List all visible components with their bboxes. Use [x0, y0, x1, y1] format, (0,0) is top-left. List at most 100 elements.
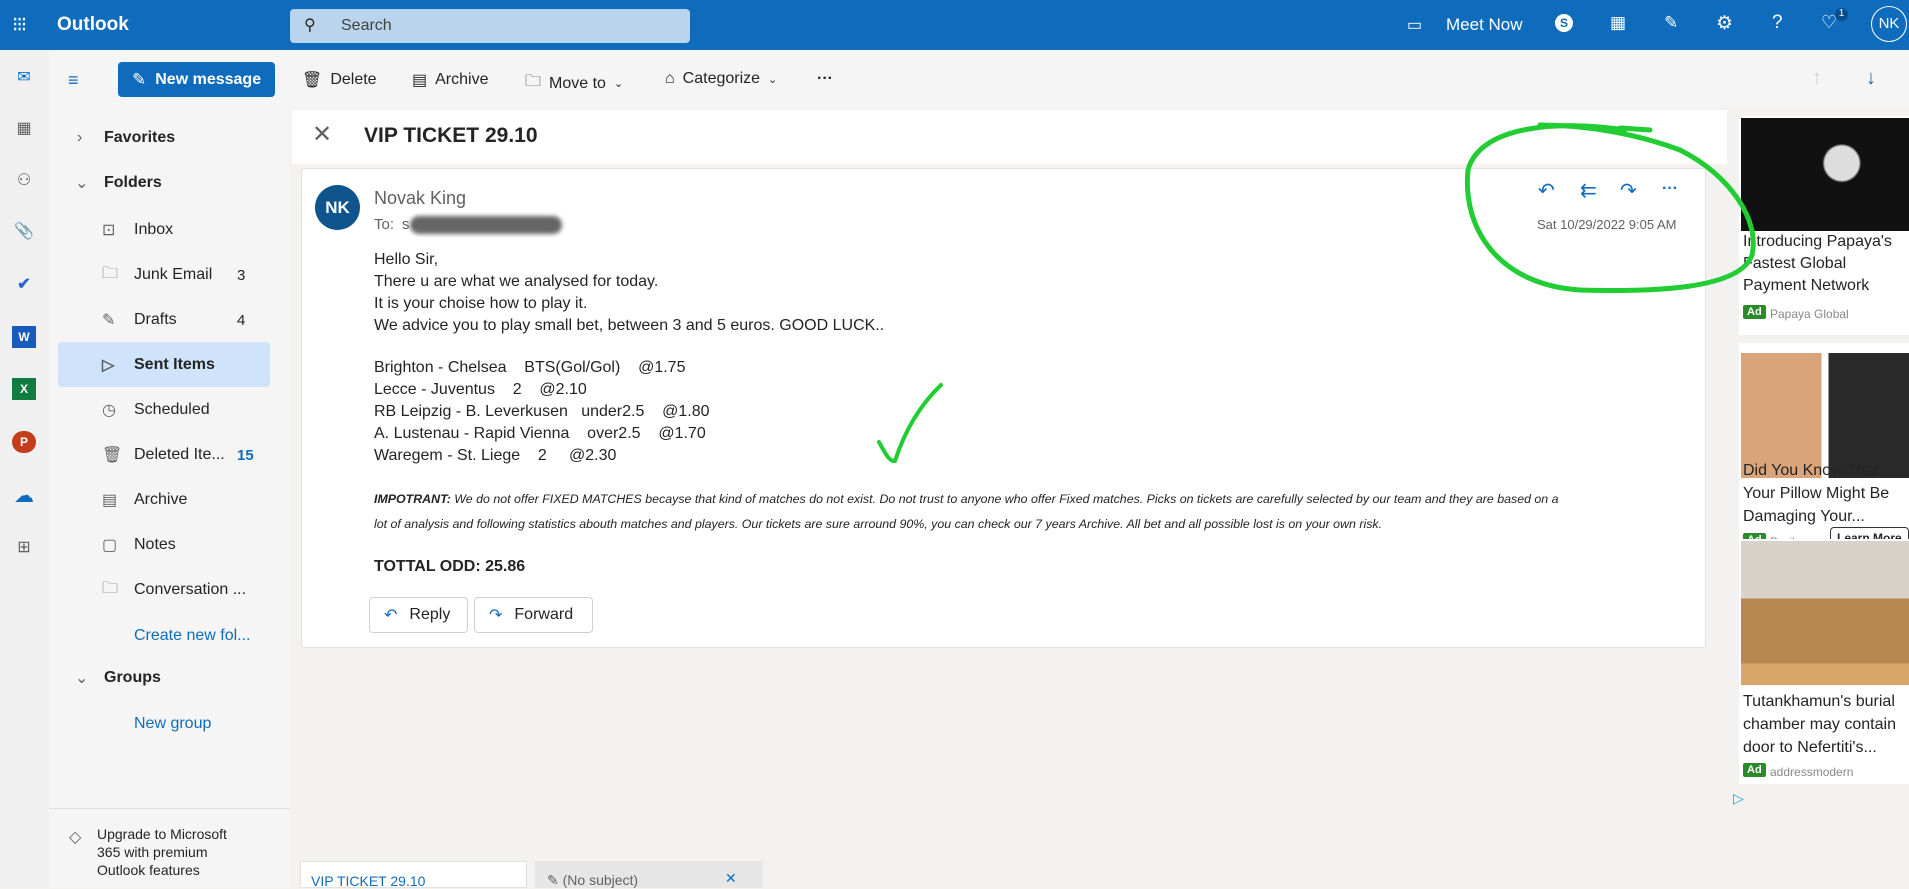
- close-tab-icon[interactable]: ✕: [725, 870, 737, 887]
- new-message-button[interactable]: ✎ New message: [118, 62, 275, 97]
- folder-label: Archive: [134, 491, 188, 508]
- video-icon: ▭: [1407, 17, 1423, 34]
- reply-icon[interactable]: ↶: [1538, 178, 1555, 203]
- diamond-icon: ◇: [69, 829, 82, 846]
- chevron-down-icon: ⌄: [75, 670, 89, 687]
- move-to-button[interactable]: 🗀 Move to ⌄: [525, 70, 623, 97]
- folder-label: Deleted Ite...: [134, 446, 225, 463]
- excel-icon[interactable]: X: [12, 378, 36, 400]
- folder-item-inbox[interactable]: ⊡ Inbox: [49, 218, 290, 242]
- folder-label: Junk Email: [134, 266, 213, 283]
- delete-button[interactable]: 🗑 Delete: [302, 70, 377, 90]
- folder-item-deleted-ite[interactable]: 🗑 Deleted Ite... 15: [49, 443, 290, 467]
- ad-title[interactable]: Fastest Global: [1743, 255, 1846, 273]
- inbox-icon: ⊡: [102, 222, 116, 239]
- sender-name[interactable]: Novak King: [374, 188, 466, 209]
- folder-item-sent-items[interactable]: ▷ Sent Items: [49, 353, 290, 377]
- folder-item-drafts[interactable]: ✎ Drafts 4: [49, 308, 290, 332]
- more-options-icon[interactable]: ···: [1662, 180, 1678, 198]
- todo-icon[interactable]: ✎: [1664, 13, 1678, 33]
- upgrade-link[interactable]: Upgrade to Microsoft 365 with premium Ou…: [97, 825, 227, 879]
- ad-image-heads[interactable]: [1741, 353, 1909, 478]
- folder-pane: › Favorites ⌄ Folders ⊡ Inbox 🗀 Junk Email 3 ✎ D…: [49, 107, 290, 888]
- trash-icon: 🗑: [102, 447, 123, 464]
- folder-item-conversation[interactable]: 🗀 Conversation ...: [49, 578, 290, 602]
- attachment-icon[interactable]: 📎: [12, 221, 36, 243]
- tab-no-subject[interactable]: ✎ (No subject) ✕: [535, 861, 763, 888]
- archive-button[interactable]: ▤ Archive: [412, 70, 488, 90]
- email-subject: VIP TICKET 29.10: [364, 124, 538, 147]
- meet-now-button[interactable]: Meet Now: [1446, 15, 1523, 35]
- reply-button[interactable]: ↶ Reply: [369, 597, 468, 633]
- ad-title[interactable]: Did You Know That: [1743, 462, 1879, 480]
- new-group-link[interactable]: New group: [49, 712, 290, 736]
- ad-image-astronaut[interactable]: [1741, 118, 1909, 231]
- adchoices-icon[interactable]: ▷: [1733, 790, 1744, 807]
- ad-source: addressmodern: [1770, 765, 1854, 779]
- create-new-folder-link[interactable]: Create new fol...: [49, 624, 290, 648]
- todo-check-icon[interactable]: ✔: [12, 274, 36, 296]
- settings-icon[interactable]: ⚙: [1716, 12, 1733, 35]
- people-icon[interactable]: ⚇: [12, 170, 36, 192]
- upgrade-line: Upgrade to Microsoft: [97, 826, 227, 842]
- folder-item-notes[interactable]: ▢ Notes: [49, 533, 290, 557]
- archive-icon: ▤: [412, 72, 428, 89]
- ad-title[interactable]: Introducing Papaya's: [1743, 233, 1892, 251]
- categorize-button[interactable]: ⌂ Categorize ⌄: [665, 70, 777, 88]
- ad-image-pyramid[interactable]: [1741, 541, 1909, 685]
- tab-vip-ticket[interactable]: VIP TICKET 29.10: [300, 861, 527, 889]
- apps-icon[interactable]: ⊞: [12, 537, 36, 559]
- help-icon[interactable]: ?: [1772, 12, 1783, 34]
- arrow-up-icon[interactable]: ↑: [1812, 67, 1822, 90]
- ad-title[interactable]: Your Pillow Might Be: [1743, 485, 1889, 503]
- new-group-label: New group: [134, 715, 212, 732]
- ad-title[interactable]: door to Nefertiti's...: [1743, 739, 1877, 757]
- search-icon: ⚲: [304, 17, 316, 34]
- folder-icon: 🗀: [102, 579, 119, 597]
- favorites-label: Favorites: [104, 129, 176, 146]
- mail-icon[interactable]: ✉: [12, 67, 36, 89]
- redaction-scribble: [410, 216, 562, 234]
- close-icon[interactable]: ✕: [312, 120, 332, 149]
- folder-item-archive[interactable]: ▤ Archive: [49, 488, 290, 512]
- ad-title[interactable]: chamber may contain: [1743, 716, 1896, 734]
- arrow-down-icon[interactable]: ↓: [1866, 67, 1876, 90]
- powerpoint-icon[interactable]: P: [12, 431, 36, 453]
- search-placeholder: Search: [341, 17, 392, 34]
- app-title[interactable]: Outlook: [57, 14, 129, 36]
- ad-title[interactable]: Payment Network: [1743, 277, 1869, 295]
- onenote-icon[interactable]: ▦: [1610, 13, 1626, 33]
- ad-title[interactable]: Tutankhamun's burial: [1743, 693, 1895, 711]
- tab-label: (No subject): [562, 872, 639, 888]
- skype-icon[interactable]: S: [1555, 14, 1573, 32]
- create-new-folder-label: Create new fol...: [134, 627, 251, 644]
- favorites-header[interactable]: › Favorites: [49, 126, 290, 150]
- avatar[interactable]: NK: [1871, 6, 1907, 42]
- app-launcher-icon[interactable]: ⁝⁝⁝: [12, 12, 27, 37]
- upgrade-line: 365 with premium: [97, 844, 208, 860]
- forward-icon[interactable]: ↷: [1620, 178, 1637, 203]
- notes-icon: ▢: [102, 537, 118, 554]
- calendar-icon[interactable]: ▦: [12, 118, 36, 140]
- search-input[interactable]: ⚲ Search: [290, 9, 690, 43]
- hamburger-menu-icon[interactable]: ≡: [68, 70, 79, 91]
- pick-line: RB Leipzig - B. Leverkusen under2.5 @1.8…: [374, 403, 710, 420]
- ad-source: Papaya Global: [1770, 307, 1849, 321]
- forward-button[interactable]: ↷ Forward: [474, 597, 593, 633]
- groups-header[interactable]: ⌄ Groups: [49, 666, 290, 690]
- folder-label: Scheduled: [134, 401, 210, 418]
- pencil-icon: ✎: [547, 872, 559, 888]
- folder-count: 4: [237, 311, 246, 329]
- word-icon[interactable]: W: [12, 326, 36, 348]
- folders-header[interactable]: ⌄ Folders: [49, 171, 290, 195]
- folder-item-scheduled[interactable]: ◷ Scheduled: [49, 398, 290, 422]
- reply-all-icon[interactable]: ⇇: [1580, 178, 1597, 203]
- ad-title[interactable]: Damaging Your...: [1743, 508, 1865, 526]
- recipient: s: [402, 216, 410, 233]
- reply-icon: ↶: [384, 607, 398, 624]
- tag-icon: ⌂: [665, 70, 675, 87]
- folder-item-junk-email[interactable]: 🗀 Junk Email 3: [49, 263, 290, 287]
- folder-count: 15: [237, 446, 254, 464]
- more-actions-button[interactable]: ···: [817, 70, 833, 88]
- onedrive-icon[interactable]: ☁: [12, 483, 36, 507]
